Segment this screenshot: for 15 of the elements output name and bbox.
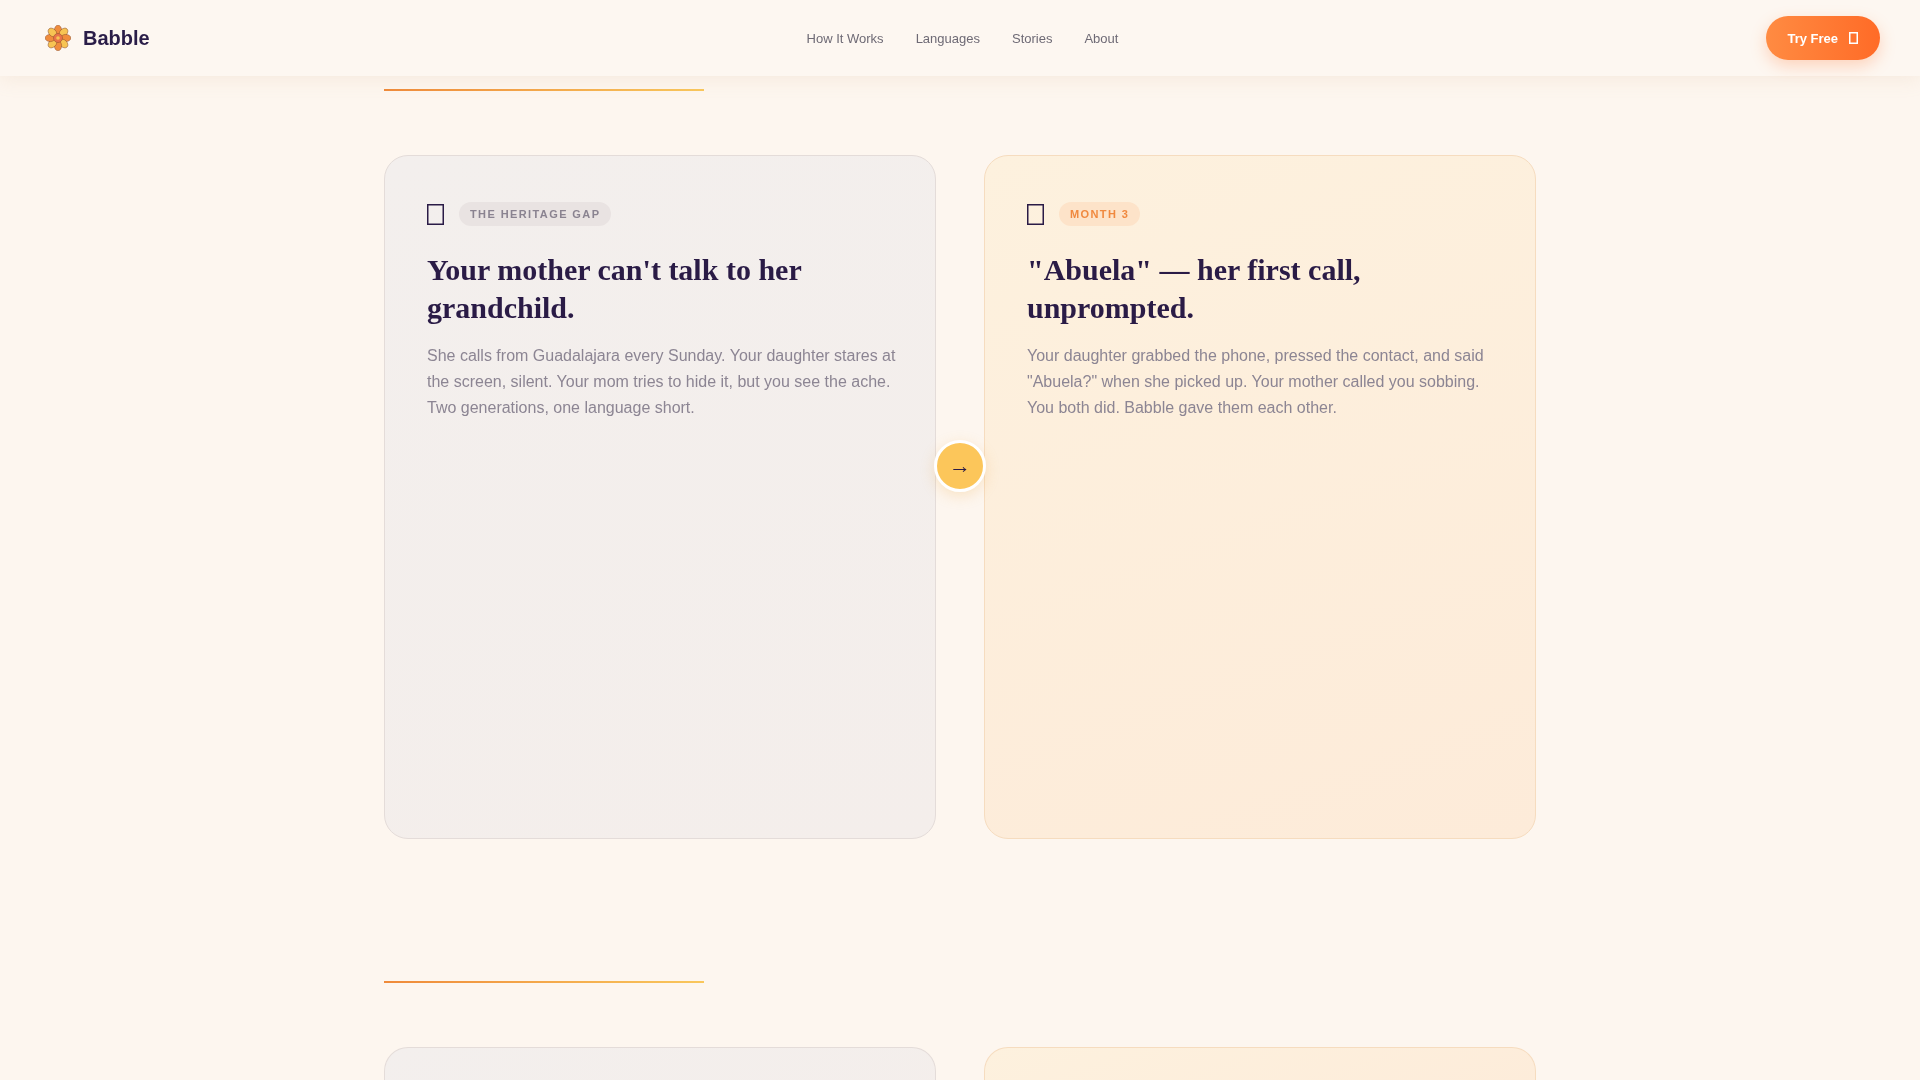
brand-name: Babble bbox=[83, 26, 150, 50]
nav-link[interactable]: Stories bbox=[1011, 30, 1053, 46]
nav-link[interactable]: How It Works bbox=[806, 30, 884, 46]
card-text: Your daughter grabbed the phone, pressed the contact, and said "Abuela?" when she picked up. Your mother called you sobbing. You both did. Babble gave them each other. bbox=[1027, 346, 1485, 418]
card-tag: MONTH 3 bbox=[1059, 202, 1141, 226]
flower-logo-icon bbox=[45, 25, 71, 51]
card-tag: THE HERITAGE GAP bbox=[459, 202, 612, 226]
nav-link[interactable]: About bbox=[1084, 30, 1119, 46]
card-text: She calls from Guadalajara every Sunday. Your daughter stares at the screen, silent. Your mom tries to hide it, but you see the ache. Two generations, one language short. bbox=[427, 346, 897, 418]
card-title: Your mother can't talk to her grandchild. bbox=[427, 252, 803, 326]
empty-rectangle-icon bbox=[1849, 32, 1858, 44]
card-title: "Abuela" — her first call, unprompted. bbox=[1027, 252, 1362, 326]
nav-link[interactable]: Languages bbox=[915, 30, 980, 46]
empty-rectangle-icon bbox=[427, 203, 444, 225]
empty-rectangle-icon bbox=[1027, 203, 1044, 225]
